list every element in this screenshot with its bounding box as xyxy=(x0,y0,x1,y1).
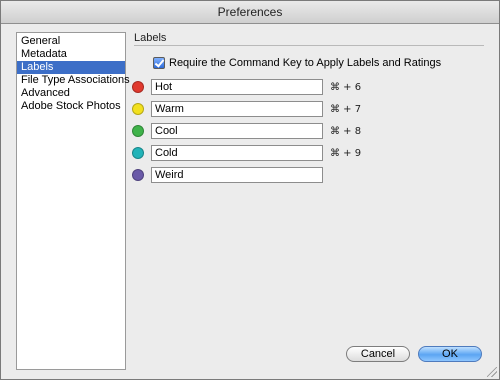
label-row-weird xyxy=(132,166,323,184)
ok-button[interactable]: OK xyxy=(418,346,482,362)
sidebar-item-labels[interactable]: Labels xyxy=(17,61,125,74)
label-row-cool: ⌘ + 8 xyxy=(132,122,361,140)
sidebar-item-metadata[interactable]: Metadata xyxy=(17,48,125,61)
label-shortcut-hot: ⌘ + 6 xyxy=(330,81,362,93)
cyan-label-dot-icon xyxy=(132,147,144,159)
sidebar-item-advanced[interactable]: Advanced xyxy=(17,87,125,100)
label-row-warm: ⌘ + 7 xyxy=(132,100,361,118)
label-name-input-weird[interactable] xyxy=(151,167,323,183)
sidebar-item-file-type-associations[interactable]: File Type Associations xyxy=(17,74,130,87)
section-divider xyxy=(134,45,484,46)
label-shortcut-warm: ⌘ + 7 xyxy=(330,103,362,115)
label-name-input-warm[interactable] xyxy=(151,101,323,117)
sidebar-item-general[interactable]: General xyxy=(17,35,125,48)
green-label-dot-icon xyxy=(132,125,144,137)
resize-grip-icon[interactable] xyxy=(487,367,497,377)
require-command-checkbox[interactable] xyxy=(153,57,165,69)
window-title: Preferences xyxy=(1,1,499,24)
label-row-hot: ⌘ + 6 xyxy=(132,78,361,96)
label-name-input-hot[interactable] xyxy=(151,79,323,95)
label-shortcut-cool: ⌘ + 8 xyxy=(330,125,362,137)
label-name-input-cool[interactable] xyxy=(151,123,323,139)
require-command-row: Require the Command Key to Apply Labels … xyxy=(153,55,441,71)
label-row-cold: ⌘ + 9 xyxy=(132,144,361,162)
sidebar-list[interactable]: General Metadata Labels File Type Associ… xyxy=(16,32,130,370)
label-shortcut-cold: ⌘ + 9 xyxy=(330,147,362,159)
label-name-input-cold[interactable] xyxy=(151,145,323,161)
yellow-label-dot-icon xyxy=(132,103,144,115)
purple-label-dot-icon xyxy=(132,169,144,181)
sidebar-item-adobe-stock-photos[interactable]: Adobe Stock Photos xyxy=(17,100,125,113)
preferences-window: Preferences General Metadata Labels File… xyxy=(0,0,500,380)
section-title: Labels xyxy=(134,32,167,44)
require-command-label[interactable]: Require the Command Key to Apply Labels … xyxy=(169,57,441,69)
cancel-button[interactable]: Cancel xyxy=(346,346,410,362)
red-label-dot-icon xyxy=(132,81,144,93)
